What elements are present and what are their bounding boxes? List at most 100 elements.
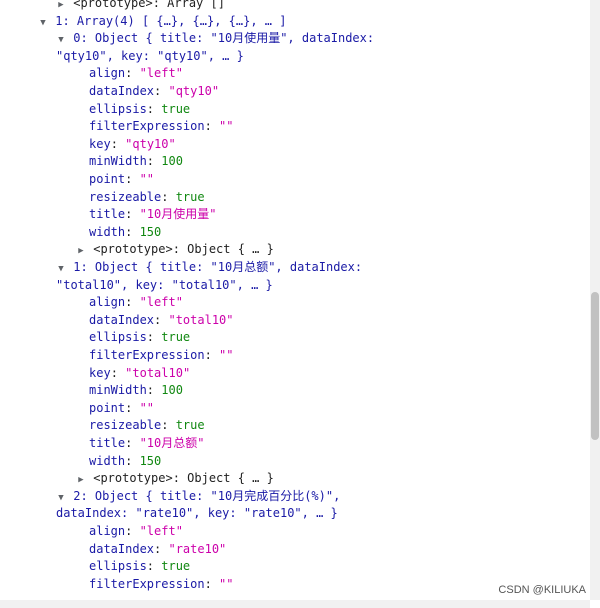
object-summary-cont: "total10", key: "total10", … } — [56, 276, 273, 294]
property-key: filterExpression — [89, 576, 205, 591]
property-colon: : — [110, 136, 126, 151]
property-row: minWidth: 100 — [89, 152, 183, 170]
property-value: "qty10" — [168, 84, 220, 98]
property-colon: : — [204, 576, 220, 591]
property-key: title — [89, 207, 126, 222]
property-key: point — [89, 172, 126, 186]
scrollbar-thumb[interactable] — [591, 292, 599, 440]
property-key: filterExpression — [89, 348, 205, 362]
object-summary-cont-text: "total10", key: "total10", … } — [56, 277, 273, 292]
object-index: 0: — [73, 31, 95, 46]
property-key: minWidth — [89, 383, 147, 398]
property-value: "" — [139, 172, 155, 186]
property-key: point — [89, 400, 126, 415]
property-value: 100 — [161, 154, 183, 169]
property-row: width: 150 — [89, 223, 161, 241]
property-key: ellipsis — [89, 330, 147, 345]
property-value: "rate10" — [168, 541, 227, 556]
property-row: filterExpression: "" — [89, 575, 234, 593]
property-colon: : — [125, 207, 140, 222]
prototype-label: <prototype>: Object { … } — [93, 242, 274, 257]
property-value: "10月总额" — [139, 436, 205, 450]
property-row: dataIndex: "rate10" — [89, 540, 226, 558]
object-summary: Object { title: "10月总额", dataIndex: — [94, 260, 363, 274]
property-colon: : — [204, 348, 220, 362]
property-colon: : — [125, 172, 140, 186]
property-colon: : — [146, 383, 162, 398]
prototype-row[interactable]: ▶ <prototype>: Object { … } — [76, 240, 274, 258]
vertical-scrollbar[interactable] — [590, 0, 600, 600]
property-colon: : — [125, 295, 140, 310]
property-key: align — [89, 66, 126, 81]
object-row[interactable]: ▼ 0: Object { title: "10月使用量", dataIndex… — [56, 29, 374, 47]
property-value: 150 — [139, 224, 162, 239]
property-colon: : — [125, 224, 140, 239]
property-row: dataIndex: "total10" — [89, 311, 234, 329]
property-value: "left" — [139, 66, 183, 81]
property-key: align — [89, 295, 126, 310]
object-row[interactable]: ▼ 2: Object { title: "10月完成百分比(%)", — [56, 487, 340, 505]
array-type: Array(4) — [76, 13, 142, 28]
property-key: align — [89, 524, 126, 538]
property-colon: : — [146, 154, 162, 169]
object-summary-cont-text: dataIndex: "rate10", key: "rate10", … } — [56, 506, 338, 521]
property-value: "total10" — [168, 312, 234, 327]
object-summary-cont: dataIndex: "rate10", key: "rate10", … } — [56, 504, 338, 522]
property-colon: : — [146, 101, 162, 116]
property-value: "" — [139, 400, 155, 415]
array-index: 1: — [55, 13, 77, 28]
property-colon: : — [146, 330, 162, 345]
property-row: filterExpression: "" — [89, 346, 234, 364]
property-key: minWidth — [89, 154, 147, 169]
property-colon: : — [154, 541, 169, 556]
object-row[interactable]: ▼ 1: Object { title: "10月总额", dataIndex: — [56, 258, 362, 276]
property-value: "" — [219, 576, 234, 591]
property-row: key: "total10" — [89, 364, 190, 382]
property-key: ellipsis — [89, 101, 147, 116]
object-index: 1: — [73, 260, 95, 274]
property-colon: : — [125, 400, 140, 415]
property-key: key — [89, 365, 111, 380]
property-row: resizeable: true — [89, 416, 205, 434]
property-key: resizeable — [89, 418, 162, 433]
property-row: align: "left" — [89, 522, 183, 540]
property-row: ellipsis: true — [89, 328, 190, 346]
property-value: true — [161, 559, 191, 574]
property-value: "" — [219, 119, 234, 134]
property-colon: : — [125, 453, 140, 468]
property-value: "left" — [139, 524, 183, 538]
property-key: key — [89, 136, 111, 151]
property-row: title: "10月使用量" — [89, 205, 216, 223]
property-row: ellipsis: true — [89, 557, 190, 575]
prototype-label: <prototype>: Array [] — [73, 0, 225, 10]
property-colon: : — [154, 84, 169, 98]
array-row[interactable]: ▼ 1: Array(4) [ {…}, {…}, {…}, … ] — [38, 12, 286, 30]
property-row: filterExpression: "" — [89, 117, 234, 135]
prototype-row[interactable]: ▶ <prototype>: Object { … } — [76, 469, 274, 487]
expanded-triangle-icon[interactable]: ▼ — [38, 14, 48, 32]
horizontal-scrollbar[interactable] — [0, 600, 590, 608]
watermark: CSDN @KILIUKA — [498, 584, 586, 596]
prototype-label: <prototype>: Object { … } — [93, 471, 274, 486]
property-key: resizeable — [89, 189, 162, 204]
property-colon: : — [154, 312, 169, 327]
property-row: dataIndex: "qty10" — [89, 82, 219, 100]
property-row: point: "" — [89, 170, 154, 188]
property-colon: : — [125, 524, 140, 538]
property-colon: : — [125, 436, 140, 450]
prototype-row[interactable]: ▶ <prototype>: Array [] — [56, 0, 225, 12]
property-row: title: "10月总额" — [89, 434, 204, 452]
property-colon: : — [161, 418, 176, 433]
property-value: "" — [219, 348, 234, 362]
property-key: dataIndex — [89, 84, 155, 98]
property-row: key: "qty10" — [89, 135, 176, 153]
property-value: "total10" — [125, 365, 191, 380]
property-row: align: "left" — [89, 64, 183, 82]
property-key: dataIndex — [89, 312, 155, 327]
property-key: width — [89, 224, 126, 239]
property-key: ellipsis — [89, 559, 147, 574]
property-value: 150 — [139, 453, 162, 468]
object-summary: Object { title: "10月完成百分比(%)", — [94, 488, 341, 503]
property-value: "10月使用量" — [139, 207, 217, 222]
property-row: minWidth: 100 — [89, 381, 183, 399]
